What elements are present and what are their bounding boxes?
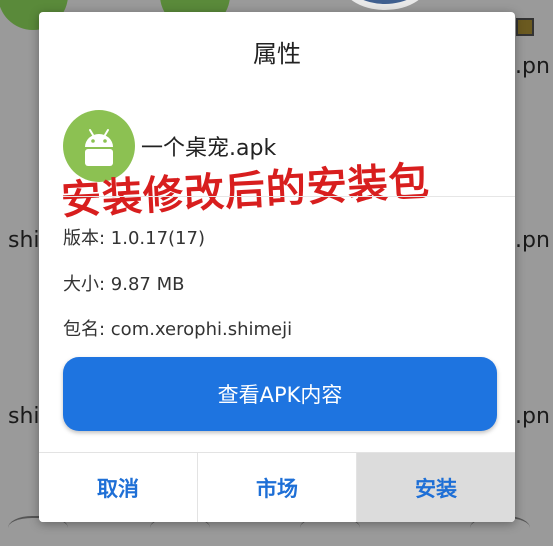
- install-button[interactable]: 安装: [356, 453, 515, 522]
- cancel-button[interactable]: 取消: [39, 453, 197, 522]
- market-button[interactable]: 市场: [197, 453, 356, 522]
- background-file-icon: [516, 18, 534, 36]
- version-info: 版本: 1.0.17(17): [63, 228, 205, 249]
- background-file-name: .pn: [515, 228, 550, 253]
- apk-label: APK: [89, 151, 108, 161]
- background-file-name: .pn: [515, 404, 550, 429]
- package-info: 包名: com.xerophi.shimeji: [63, 319, 293, 340]
- background-file-thumbnail: [340, 0, 430, 10]
- dialog-button-bar: 取消 市场 安装: [39, 452, 515, 522]
- background-file-name: shi: [8, 228, 40, 253]
- background-file-name: .pn: [515, 54, 550, 79]
- properties-dialog: 属性 APK 一个桌宠.apk 安装修改后的安装包 版本: 1.0.17(17)…: [39, 12, 515, 522]
- size-info: 大小: 9.87 MB: [63, 274, 185, 295]
- background-file-name: shi: [8, 404, 40, 429]
- view-apk-contents-button[interactable]: 查看APK内容: [63, 357, 497, 431]
- dialog-title: 属性: [253, 40, 301, 68]
- divider: [63, 196, 515, 197]
